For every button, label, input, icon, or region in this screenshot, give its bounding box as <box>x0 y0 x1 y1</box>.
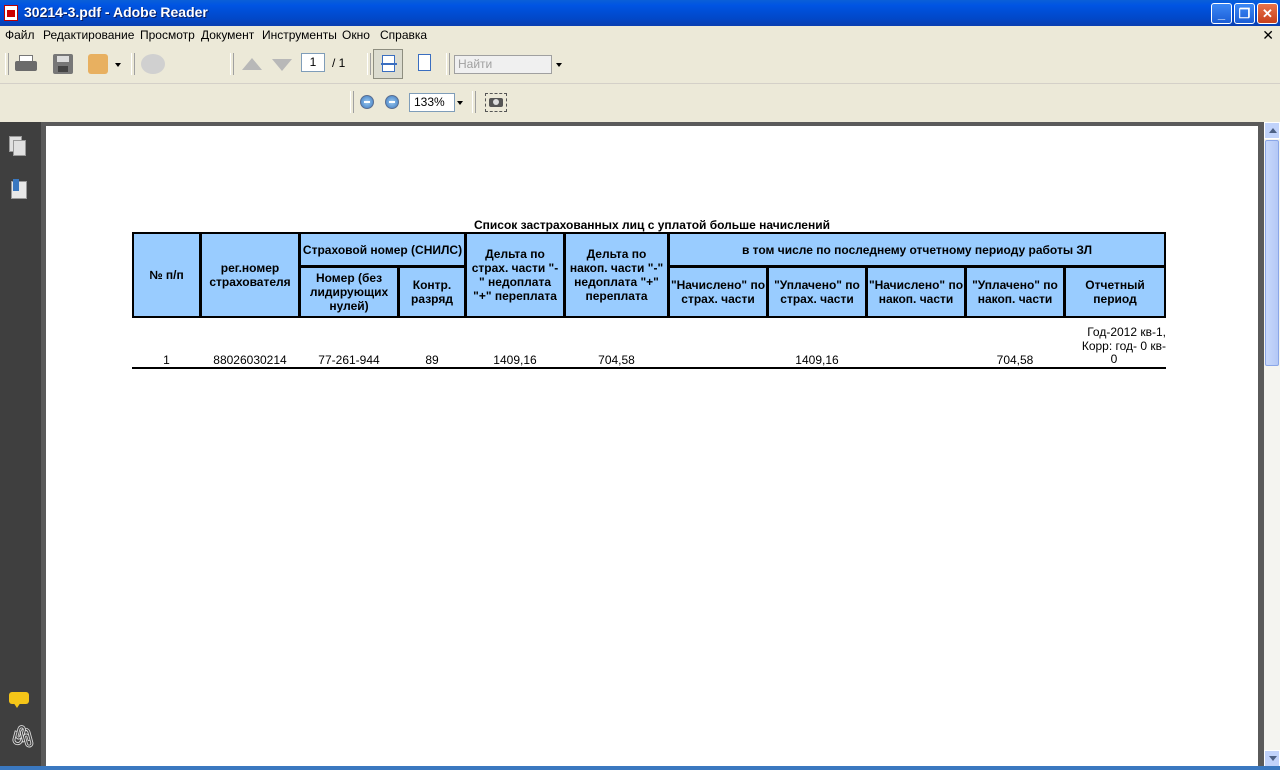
navigation-panel: 🖇 <box>0 122 41 770</box>
scroll-down-button[interactable] <box>1264 750 1280 767</box>
collaborate-icon[interactable] <box>141 54 165 74</box>
toolbar-grip <box>350 91 354 113</box>
header-paid-nakop: "Уплачено" по накоп. части <box>965 266 1065 318</box>
document-area[interactable]: Список застрахованных лиц с уплатой боль… <box>41 122 1264 770</box>
fit-page-button[interactable] <box>410 49 440 79</box>
taskbar-edge <box>0 766 1280 770</box>
share-dropdown-icon[interactable] <box>115 63 121 67</box>
toolbar-grip <box>5 53 9 75</box>
toolbar-grip <box>367 53 371 75</box>
attachments-panel-icon[interactable]: 🖇 <box>9 726 37 748</box>
menu-bar: Файл Редактирование Просмотр Документ Ин… <box>0 26 1280 45</box>
bookmarks-panel-icon[interactable] <box>9 179 29 201</box>
toolbar-grip <box>446 53 450 75</box>
restore-button[interactable]: ❐ <box>1234 3 1255 24</box>
report-period-line2: Корр: год- 0 кв- <box>1081 338 1166 353</box>
header-num: № п/п <box>132 232 201 318</box>
zoom-level-input[interactable]: 133% <box>409 93 455 112</box>
cell-snils-control: 89 <box>425 353 439 367</box>
report-period-line1: Год-2012 кв-1, <box>1087 325 1166 339</box>
zoom-out-icon[interactable] <box>360 95 374 109</box>
header-delta-nakop: Дельта по накоп. части "-" недоплата "+"… <box>564 232 669 318</box>
header-paid-strah: "Уплачено" по страх. части <box>767 266 867 318</box>
header-accrued-nakop: "Начислено" по накоп. части <box>866 266 966 318</box>
next-page-icon[interactable] <box>272 59 292 71</box>
menu-edit[interactable]: Редактирование <box>43 28 134 42</box>
cell-reg-number: 88026030214 <box>213 353 287 367</box>
cell-delta-strah: 1409,16 <box>493 353 537 367</box>
share-icon[interactable] <box>88 54 108 74</box>
scroll-up-button[interactable] <box>1264 122 1280 139</box>
header-report-period: Отчетный период <box>1064 266 1166 318</box>
toolbar-grip <box>230 53 234 75</box>
header-delta-strah: Дельта по страх. части "-" недоплата "+"… <box>465 232 565 318</box>
search-input[interactable]: Найти <box>454 55 552 74</box>
toolbar-grip <box>131 53 135 75</box>
zoom-in-icon[interactable] <box>385 95 399 109</box>
close-button[interactable]: ✕ <box>1257 3 1278 24</box>
scroll-thumb[interactable] <box>1265 140 1279 366</box>
menu-view[interactable]: Просмотр <box>140 28 195 42</box>
title-bar: 30214-3.pdf - Adobe Reader _ ❐ ✕ <box>0 0 1280 26</box>
cell-report-period: Год-2012 кв-1, Корр: год- 0 кв- 0 <box>1062 325 1166 367</box>
header-snils-number: Номер (без лидирующих нулей) <box>299 266 399 318</box>
pages-panel-icon[interactable] <box>9 136 29 158</box>
cell-paid-strah: 1409,16 <box>795 353 839 367</box>
minimize-button[interactable]: _ <box>1211 3 1232 24</box>
header-snils-control: Контр. разряд <box>398 266 466 318</box>
cell-snils-number: 77-261-944 <box>318 353 380 367</box>
cell-paid-nakop: 704,58 <box>996 353 1034 367</box>
page-number-input[interactable]: 1 <box>301 53 325 72</box>
search-dropdown-icon[interactable] <box>556 63 562 67</box>
pdf-icon <box>4 5 18 21</box>
menu-window[interactable]: Окно <box>342 28 370 42</box>
window-title: 30214-3.pdf - Adobe Reader <box>24 4 208 20</box>
menu-document[interactable]: Документ <box>201 28 254 42</box>
snapshot-camera-icon[interactable] <box>485 93 507 112</box>
print-icon[interactable] <box>15 55 37 73</box>
document-title: Список застрахованных лиц с уплатой боль… <box>474 218 830 232</box>
cell-delta-nakop: 704,58 <box>598 353 635 367</box>
previous-page-icon[interactable] <box>242 58 262 70</box>
toolbar-grip <box>472 91 476 113</box>
menu-help[interactable]: Справка <box>380 28 427 42</box>
pdf-page: Список застрахованных лиц с уплатой боль… <box>46 126 1258 770</box>
menu-file[interactable]: Файл <box>5 28 35 42</box>
fit-width-button[interactable] <box>373 49 403 79</box>
header-snils-group: Страховой номер (СНИЛС) <box>299 232 466 267</box>
main-toolbar <box>0 45 1280 84</box>
zoom-toolbar <box>0 84 1280 121</box>
page-total: / 1 <box>332 56 346 70</box>
header-accrued-strah: "Начислено" по страх. части <box>668 266 768 318</box>
close-document-icon[interactable]: ✕ <box>1262 27 1274 44</box>
header-period-group: в том числе по последнему отчетному пери… <box>668 232 1166 267</box>
cell-num: 1 <box>163 353 170 367</box>
vertical-scrollbar[interactable] <box>1264 122 1280 770</box>
comments-panel-icon[interactable] <box>9 688 29 710</box>
table-bottom-rule <box>132 367 1166 369</box>
header-reg-number: рег.номер страхователя <box>200 232 300 318</box>
menu-tools[interactable]: Инструменты <box>262 28 337 42</box>
report-period-line3: 0 <box>1110 352 1118 366</box>
zoom-dropdown-icon[interactable] <box>457 101 463 105</box>
save-icon[interactable] <box>53 54 73 74</box>
